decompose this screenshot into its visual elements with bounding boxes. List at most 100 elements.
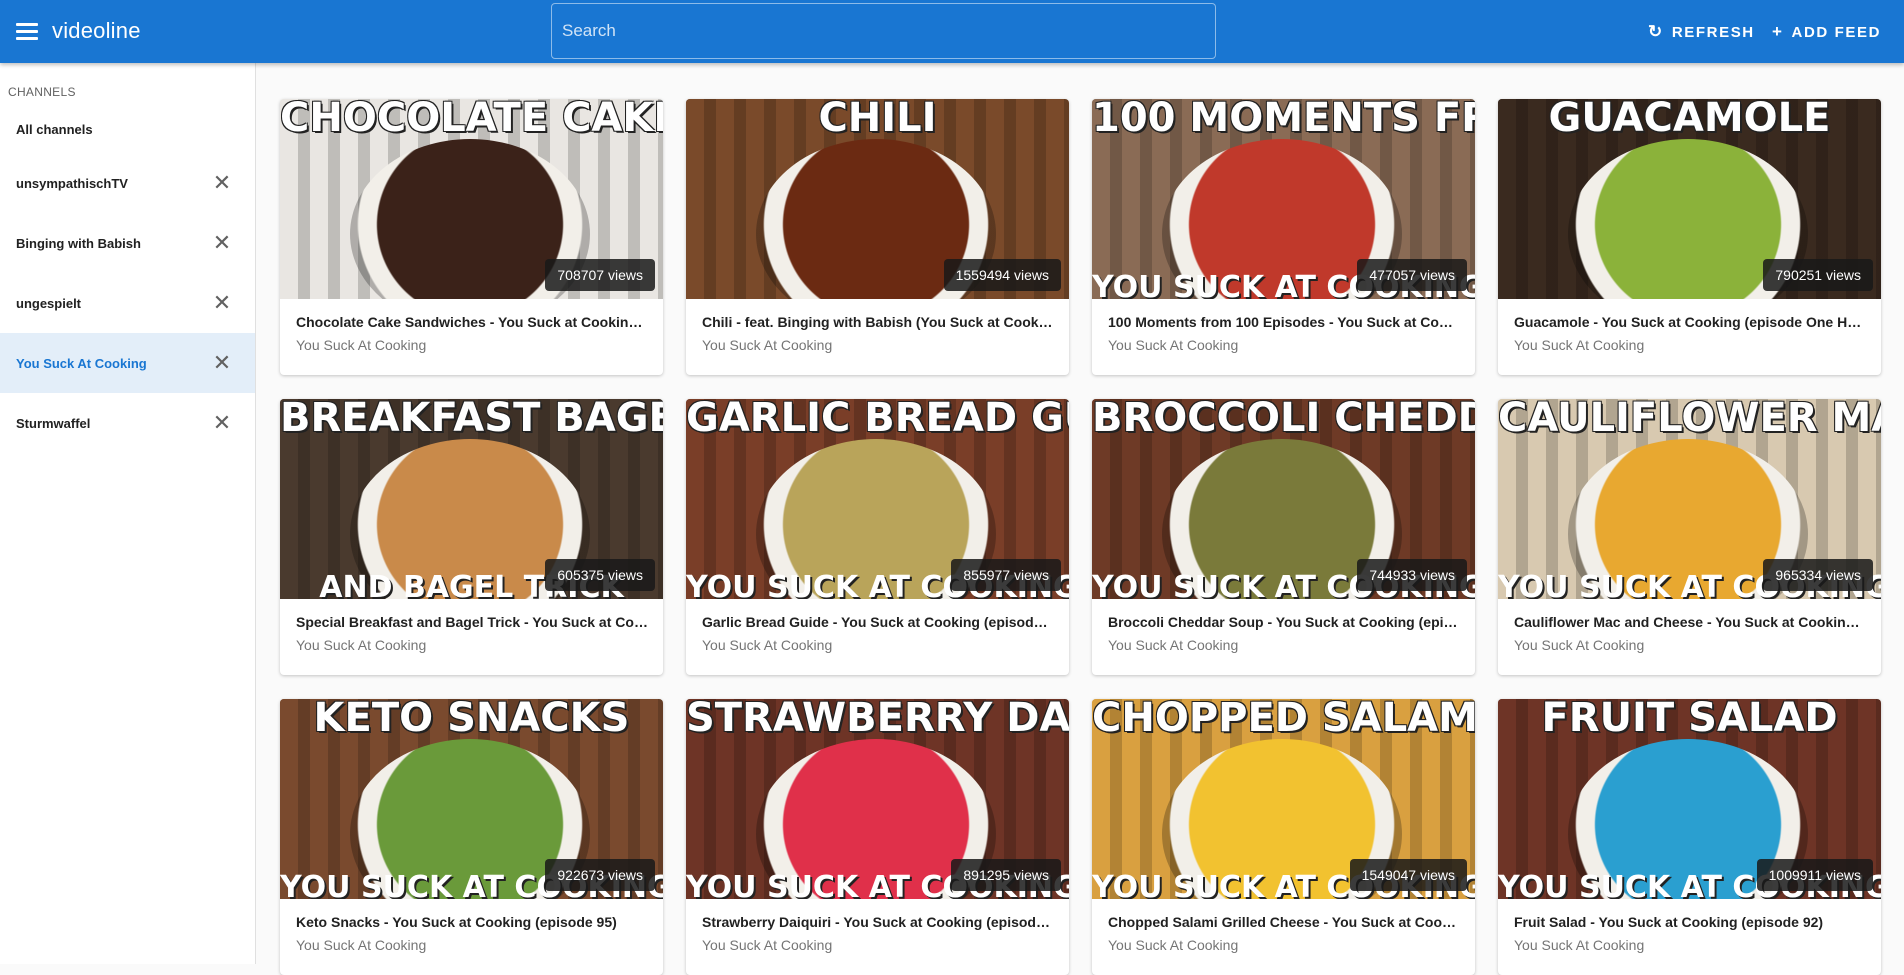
close-icon[interactable]: ✕ xyxy=(210,291,234,315)
add-feed-label: ADD FEED xyxy=(1791,23,1882,41)
video-card[interactable]: KETO SNACKS YOU SUCK AT COOKING 922673 vie… xyxy=(280,699,663,975)
view-count-badge: 708707 views xyxy=(545,259,655,291)
close-icon[interactable]: ✕ xyxy=(210,351,234,375)
sidebar-item-label: ungespielt xyxy=(16,295,82,311)
video-channel: You Suck At Cooking xyxy=(1108,637,1239,653)
close-icon[interactable]: ✕ xyxy=(210,411,234,435)
video-channel: You Suck At Cooking xyxy=(296,637,427,653)
app-bar: videoline ↻ REFRESH + ADD FEED xyxy=(0,0,1904,63)
video-card[interactable]: GUACAMOLE 790251 views Guacamole - You Suc… xyxy=(1498,99,1881,375)
video-thumbnail[interactable]: GARLIC BREAD GUIDEYOU SUCK AT COOKING855… xyxy=(686,399,1069,599)
video-card[interactable]: CAULIFLOWER MAC & CHEESEYOU SUCK AT COOK… xyxy=(1498,399,1881,675)
video-title[interactable]: Cauliflower Mac and Cheese - You Suck at… xyxy=(1514,614,1866,630)
thumbnail-headline: CHOPPED SALAMI GRILLED CHEESE xyxy=(1092,699,1475,741)
search-input[interactable] xyxy=(551,3,1216,59)
sidebar-item-you-suck-at-cooking[interactable]: You Suck At Cooking ✕ xyxy=(0,333,255,393)
view-count-badge: 1009911 views xyxy=(1756,859,1873,891)
thumbnail-headline: STRAWBERRY DAIQUIRI xyxy=(686,699,1069,741)
add-feed-button[interactable]: + ADD FEED xyxy=(1772,20,1881,44)
view-count-badge: 922673 views xyxy=(545,859,655,891)
view-count-badge: 891295 views xyxy=(951,859,1061,891)
sidebar-item-label: Binging with Babish xyxy=(16,235,141,251)
sidebar-item-label: You Suck At Cooking xyxy=(16,355,147,371)
view-count-badge: 605375 views xyxy=(545,559,655,591)
video-thumbnail[interactable]: BROCCOLI CHEDDAR SOUPYOU SUCK AT COOKING… xyxy=(1092,399,1475,599)
video-thumbnail[interactable]: BREAKFAST BAGEL (SPECIAL BREAKFAST)AND B… xyxy=(280,399,663,599)
thumbnail-headline: KETO SNACKS xyxy=(313,699,630,741)
video-title[interactable]: 100 Moments from 100 Episodes - You Suck… xyxy=(1108,314,1460,330)
video-thumbnail[interactable]: STRAWBERRY DAIQUIRIYOU SUCK AT COOKING89… xyxy=(686,699,1069,899)
video-channel: You Suck At Cooking xyxy=(296,337,427,353)
video-thumbnail[interactable]: KETO SNACKS YOU SUCK AT COOKING 922673 vie… xyxy=(280,699,663,899)
video-thumbnail[interactable]: 100 MOMENTS FROM 100 EPISODESYOU SUCK AT… xyxy=(1092,99,1475,299)
app-title: videoline xyxy=(52,18,141,43)
view-count-badge: 965334 views xyxy=(1763,559,1873,591)
sidebar-item-sturmwaffel[interactable]: Sturmwaffel ✕ xyxy=(0,393,255,453)
thumbnail-headline: CHOCOLATE CAKE SANDWICHES xyxy=(280,99,663,141)
video-title[interactable]: Keto Snacks - You Suck at Cooking (episo… xyxy=(296,914,648,930)
refresh-icon: ↻ xyxy=(1648,22,1664,41)
view-count-badge: 1559494 views xyxy=(943,259,1061,291)
video-card[interactable]: CHOPPED SALAMI GRILLED CHEESEYOU SUCK AT… xyxy=(1092,699,1475,975)
video-thumbnail[interactable]: GUACAMOLE 790251 views xyxy=(1498,99,1881,299)
video-channel: You Suck At Cooking xyxy=(1514,337,1645,353)
sidebar-item-label: All channels xyxy=(16,121,93,137)
channels-heading: CHANNELS xyxy=(8,85,76,99)
refresh-label: REFRESH xyxy=(1671,23,1755,41)
plus-icon: + xyxy=(1772,22,1784,41)
thumbnail-headline: BROCCOLI CHEDDAR SOUP xyxy=(1092,399,1475,441)
thumbnail-headline: 100 MOMENTS FROM 100 EPISODES xyxy=(1092,99,1475,141)
sidebar-item-unsympathischtv[interactable]: unsympathischTV ✕ xyxy=(0,153,255,213)
view-count-badge: 477057 views xyxy=(1357,259,1467,291)
video-title[interactable]: Broccoli Cheddar Soup - You Suck at Cook… xyxy=(1108,614,1460,630)
menu-icon[interactable] xyxy=(16,20,38,42)
video-card[interactable]: CHOCOLATE CAKE SANDWICHES 708707 views Cho… xyxy=(280,99,663,375)
video-channel: You Suck At Cooking xyxy=(702,937,833,953)
video-card[interactable]: BREAKFAST BAGEL (SPECIAL BREAKFAST)AND B… xyxy=(280,399,663,675)
view-count-badge: 1549047 views xyxy=(1349,859,1467,891)
video-card[interactable]: BROCCOLI CHEDDAR SOUPYOU SUCK AT COOKING… xyxy=(1092,399,1475,675)
video-title[interactable]: Chopped Salami Grilled Cheese - You Suck… xyxy=(1108,914,1460,930)
video-thumbnail[interactable]: FRUIT SALAD YOU SUCK AT COOKING 1009911 vi… xyxy=(1498,699,1881,899)
refresh-button[interactable]: ↻ REFRESH xyxy=(1648,20,1755,44)
video-title[interactable]: Garlic Bread Guide - You Suck at Cooking… xyxy=(702,614,1054,630)
video-channel: You Suck At Cooking xyxy=(1514,937,1645,953)
thumbnail-headline: CHILI xyxy=(818,99,937,141)
video-thumbnail[interactable]: CHILI 1559494 views xyxy=(686,99,1069,299)
sidebar-item-label: unsympathischTV xyxy=(16,175,128,191)
sidebar-item-binging-with-babish[interactable]: Binging with Babish ✕ xyxy=(0,213,255,273)
video-channel: You Suck At Cooking xyxy=(1108,937,1239,953)
sidebar-item-all-channels[interactable]: All channels xyxy=(0,99,255,159)
view-count-badge: 855977 views xyxy=(951,559,1061,591)
close-icon[interactable]: ✕ xyxy=(210,171,234,195)
video-title[interactable]: Chocolate Cake Sandwiches - You Suck at … xyxy=(296,314,648,330)
video-title[interactable]: Fruit Salad - You Suck at Cooking (episo… xyxy=(1514,914,1866,930)
sidebar-item-ungespielt[interactable]: ungespielt ✕ xyxy=(0,273,255,333)
video-card[interactable]: GARLIC BREAD GUIDEYOU SUCK AT COOKING855… xyxy=(686,399,1069,675)
view-count-badge: 744933 views xyxy=(1357,559,1467,591)
video-channel: You Suck At Cooking xyxy=(702,637,833,653)
video-title[interactable]: Guacamole - You Suck at Cooking (episode… xyxy=(1514,314,1866,330)
thumbnail-headline: CAULIFLOWER MAC & CHEESE xyxy=(1498,399,1881,441)
close-icon[interactable]: ✕ xyxy=(210,231,234,255)
video-card[interactable]: FRUIT SALAD YOU SUCK AT COOKING 1009911 vi… xyxy=(1498,699,1881,975)
sidebar-item-label: Sturmwaffel xyxy=(16,415,91,431)
video-channel: You Suck At Cooking xyxy=(1514,637,1645,653)
thumbnail-headline: BREAKFAST BAGEL (SPECIAL BREAKFAST) xyxy=(280,399,663,441)
video-title[interactable]: Special Breakfast and Bagel Trick - You … xyxy=(296,614,648,630)
view-count-badge: 790251 views xyxy=(1763,259,1873,291)
video-thumbnail[interactable]: CHOPPED SALAMI GRILLED CHEESEYOU SUCK AT… xyxy=(1092,699,1475,899)
thumbnail-headline: GARLIC BREAD GUIDE xyxy=(686,399,1069,441)
video-card[interactable]: 100 MOMENTS FROM 100 EPISODESYOU SUCK AT… xyxy=(1092,99,1475,375)
video-title[interactable]: Strawberry Daiquiri - You Suck at Cookin… xyxy=(702,914,1054,930)
video-card[interactable]: CHILI 1559494 views Chili - feat. Binging … xyxy=(686,99,1069,375)
video-channel: You Suck At Cooking xyxy=(296,937,427,953)
video-title[interactable]: Chili - feat. Binging with Babish (You S… xyxy=(702,314,1054,330)
video-card[interactable]: STRAWBERRY DAIQUIRIYOU SUCK AT COOKING89… xyxy=(686,699,1069,975)
thumbnail-headline: GUACAMOLE xyxy=(1548,99,1831,141)
video-channel: You Suck At Cooking xyxy=(1108,337,1239,353)
video-thumbnail[interactable]: CAULIFLOWER MAC & CHEESEYOU SUCK AT COOK… xyxy=(1498,399,1881,599)
thumbnail-headline: FRUIT SALAD xyxy=(1541,699,1838,741)
video-channel: You Suck At Cooking xyxy=(702,337,833,353)
video-thumbnail[interactable]: CHOCOLATE CAKE SANDWICHES 708707 views xyxy=(280,99,663,299)
